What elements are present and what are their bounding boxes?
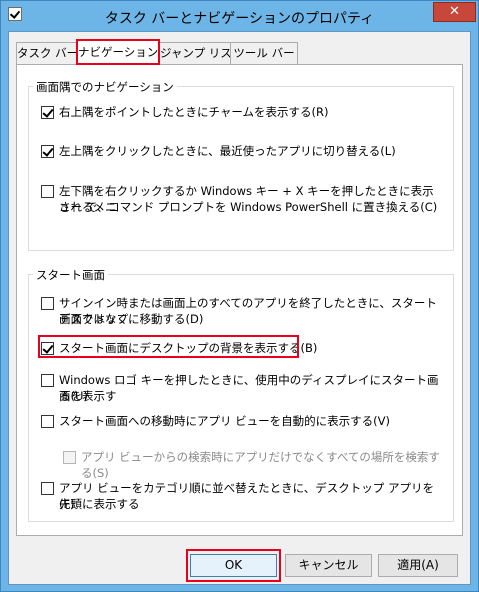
option-powershell-menu[interactable]: 左下隅を右クリックするか Windows キー + X キーを押したときに表示さ… — [41, 183, 445, 217]
navigation-tab-panel: 画面隅でのナビゲーション 右上隅をポイントしたときにチャームを表示する(R) 左… — [16, 64, 463, 536]
tab-toolbars[interactable]: ツール バー — [230, 42, 298, 64]
checkbox-search-everywhere — [63, 451, 76, 464]
option-desktop-background[interactable]: スタート画面にデスクトップの背景を表示する(B) — [41, 340, 441, 358]
option-label: Windows ロゴ キーを押したときに、使用中のディスプレイにスタート画面を表… — [59, 373, 439, 403]
option-label: アプリ ビューからの検索時にアプリだけでなくすべての場所を検索する(S) — [81, 450, 440, 480]
option-label: 右上隅をポイントしたときにチャームを表示する(R) — [59, 105, 329, 119]
cancel-button[interactable]: キャンセル — [285, 554, 372, 577]
option-go-to-desktop[interactable]: サインイン時または画面上のすべてのアプリを終了したときに、スタート画面ではなく … — [41, 295, 445, 329]
option-desktop-apps-first[interactable]: アプリ ビューをカテゴリ順に並べ替えたときに、デスクトップ アプリを先頭に表示す… — [41, 480, 445, 514]
option-label-line2: ュー で、コマンド プロンプトを Windows PowerShell に置き換… — [59, 200, 438, 214]
checkbox-charms-top-right[interactable] — [41, 106, 54, 119]
option-label: スタート画面への移動時にアプリ ビューを自動的に表示する(V) — [59, 414, 390, 428]
checkbox-switch-recent-apps[interactable] — [41, 145, 54, 158]
option-label-line2: る(U) — [59, 389, 88, 403]
option-show-apps-view[interactable]: スタート画面への移動時にアプリ ビューを自動的に表示する(V) — [41, 413, 441, 431]
option-search-everywhere: アプリ ビューからの検索時にアプリだけでなくすべての場所を検索する(S) — [63, 449, 443, 480]
checkbox-go-to-desktop[interactable] — [41, 297, 54, 310]
close-button[interactable]: ✕ — [433, 2, 476, 22]
checkbox-start-on-display[interactable] — [41, 374, 54, 387]
checkbox-desktop-background[interactable] — [41, 342, 54, 355]
ok-button[interactable]: OK — [190, 554, 277, 577]
option-label-line2: (F) — [59, 497, 75, 511]
dialog-client: タスク バー ナビゲーション ジャンプ リスト ツール バー 画面隅でのナビゲー… — [8, 31, 471, 585]
start-screen-group: スタート画面 サインイン時または画面上のすべてのアプリを終了したときに、スタート… — [28, 267, 454, 522]
apply-button[interactable]: 適用(A) — [378, 554, 458, 577]
option-charms-top-right[interactable]: 右上隅をポイントしたときにチャームを表示する(R) — [41, 104, 441, 122]
tab-navigation[interactable]: ナビゲーション — [76, 39, 160, 65]
option-label: スタート画面にデスクトップの背景を表示する(B) — [59, 341, 318, 355]
window-title: タスク バーとナビゲーションのプロパティ — [104, 11, 375, 27]
corner-navigation-group: 画面隅でのナビゲーション 右上隅をポイントしたときにチャームを表示する(R) 左… — [28, 79, 454, 251]
corner-navigation-title: 画面隅でのナビゲーション — [33, 79, 177, 95]
option-switch-recent-apps[interactable]: 左上隅をクリックしたときに、最近使ったアプリに切り替える(L) — [41, 143, 441, 161]
option-start-on-display[interactable]: Windows ロゴ キーを押したときに、使用中のディスプレイにスタート画面を表… — [41, 372, 445, 406]
start-screen-title: スタート画面 — [33, 267, 108, 283]
title-bar[interactable]: タスク バーとナビゲーションのプロパティ ✕ — [1, 1, 478, 31]
checkbox-show-apps-view[interactable] — [41, 415, 54, 428]
checkbox-desktop-apps-first[interactable] — [41, 482, 54, 495]
option-label: 左上隅をクリックしたときに、最近使ったアプリに切り替える(L) — [59, 144, 396, 158]
tab-jump-list[interactable]: ジャンプ リスト — [159, 42, 231, 64]
properties-window: タスク バーとナビゲーションのプロパティ ✕ タスク バー ナビゲーション ジャ… — [0, 0, 479, 592]
checkbox-powershell-menu[interactable] — [41, 185, 54, 198]
option-label: アプリ ビューをカテゴリ順に並べ替えたときに、デスクトップ アプリを先頭に表示す… — [59, 481, 434, 511]
tab-taskbar[interactable]: タスク バー — [16, 42, 77, 64]
option-label-line2: デスクトップに移動する(D) — [59, 312, 204, 326]
